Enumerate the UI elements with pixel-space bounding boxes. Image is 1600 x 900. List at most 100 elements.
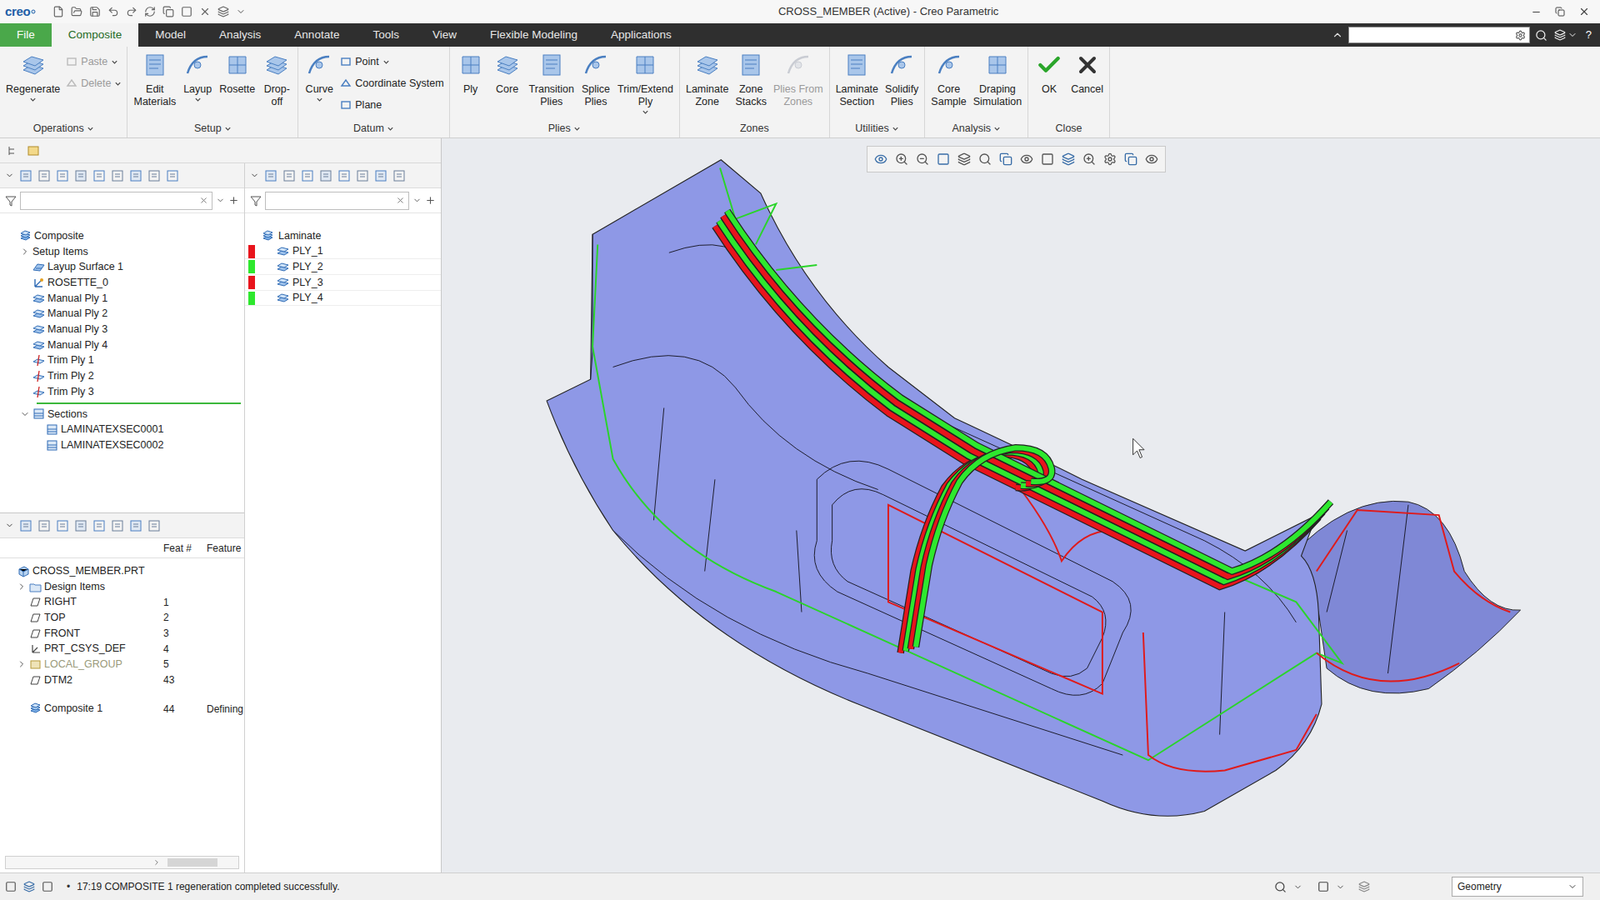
- view-tool-icon[interactable]: [1061, 152, 1075, 166]
- ribbon-button[interactable]: EditMaterials: [130, 51, 179, 109]
- ribbon-group-label[interactable]: Analysis: [928, 119, 1025, 138]
- ribbon-group-label[interactable]: Plies: [453, 119, 676, 138]
- ribbon-button[interactable]: Trim/ExtendPly: [615, 51, 676, 116]
- view-tool-icon[interactable]: [957, 152, 971, 166]
- collapse-icon[interactable]: [16, 659, 27, 670]
- minimize-ribbon-icon[interactable]: [1331, 29, 1344, 41]
- toolbar-button-icon[interactable]: [92, 169, 106, 183]
- quick-access-icon[interactable]: [217, 5, 230, 18]
- quick-access-icon[interactable]: [180, 5, 193, 18]
- toolbar-button-icon[interactable]: [147, 519, 161, 533]
- quick-access-icon[interactable]: [162, 5, 175, 18]
- search-icon[interactable]: [1535, 29, 1548, 42]
- tree-item[interactable]: Manual Ply 1: [3, 290, 241, 307]
- ply-row[interactable]: PLY_2: [245, 259, 441, 275]
- ribbon-button[interactable]: SolidifyPlies: [882, 51, 921, 109]
- toolbar-button-icon[interactable]: [37, 169, 51, 183]
- view-tool-icon[interactable]: [1145, 152, 1159, 166]
- toolbar-button-icon[interactable]: [319, 169, 333, 183]
- toolbar-button-icon[interactable]: [264, 169, 278, 183]
- tree-item[interactable]: Setup Items: [3, 244, 241, 260]
- toolbar-button-icon[interactable]: [37, 519, 51, 533]
- ribbon-group-label[interactable]: Setup: [130, 119, 295, 138]
- clear-icon[interactable]: [199, 195, 209, 205]
- collapse-icon[interactable]: [16, 581, 27, 592]
- ribbon-tab[interactable]: Applications: [594, 23, 689, 47]
- toolbar-button-icon[interactable]: [55, 519, 70, 533]
- toolbar-button-icon[interactable]: [19, 519, 33, 533]
- find-menu-icon[interactable]: [1293, 882, 1303, 892]
- ribbon-button[interactable]: LaminateSection: [833, 51, 881, 109]
- toolbar-button-icon[interactable]: [374, 169, 388, 183]
- ribbon-tab[interactable]: Analysis: [202, 23, 278, 47]
- select-box-icon[interactable]: [1317, 880, 1330, 893]
- view-tool-icon[interactable]: [895, 152, 909, 166]
- tree-item[interactable]: Trim Ply 2: [3, 368, 241, 385]
- add-icon[interactable]: [425, 195, 436, 206]
- search-field[interactable]: [1348, 26, 1530, 44]
- ribbon-button[interactable]: DrapingSimulation: [970, 51, 1025, 109]
- add-icon[interactable]: [228, 195, 240, 206]
- collapse-icon[interactable]: [20, 246, 30, 257]
- filter-field[interactable]: [265, 191, 410, 210]
- quick-access-icon[interactable]: [199, 5, 211, 18]
- tree-item[interactable]: Manual Ply 3: [3, 321, 241, 338]
- ply-row[interactable]: PLY_1: [245, 244, 441, 260]
- model-viewport[interactable]: [441, 138, 1600, 873]
- ribbon-button[interactable]: Drop-off: [259, 51, 295, 109]
- dropdown-icon[interactable]: [1567, 881, 1578, 892]
- quick-access-icon[interactable]: [144, 5, 156, 18]
- status-icon[interactable]: [41, 880, 54, 893]
- toolbar-button-icon[interactable]: [74, 169, 88, 183]
- ribbon-button[interactable]: Rosette: [216, 51, 258, 96]
- toolbar-button-icon[interactable]: [55, 169, 70, 183]
- toolbar-button-icon[interactable]: [282, 169, 296, 183]
- ribbon-group-label[interactable]: Zones: [683, 119, 826, 138]
- view-tool-icon[interactable]: [874, 152, 888, 166]
- view-tool-icon[interactable]: [999, 152, 1013, 166]
- ribbon-button[interactable]: LaminateZone: [683, 51, 731, 109]
- layer-tree-tab-icon[interactable]: [26, 144, 40, 158]
- ribbon-button[interactable]: Regenerate: [3, 51, 63, 104]
- feature-row[interactable]: FRONT3: [0, 625, 245, 642]
- toolbar-button-icon[interactable]: [110, 169, 125, 183]
- expand-icon[interactable]: [20, 409, 30, 420]
- tree-item[interactable]: LAMINATEXSEC0002: [3, 437, 241, 454]
- dropdown-icon[interactable]: [5, 520, 15, 530]
- ribbon-button[interactable]: Ply: [453, 51, 489, 96]
- toolbar-button-icon[interactable]: [19, 169, 33, 183]
- ribbon-button[interactable]: Core: [490, 51, 525, 96]
- tree-item[interactable]: Trim Ply 3: [3, 384, 241, 400]
- tree-item[interactable]: ROSETTE_0: [3, 275, 241, 291]
- view-tool-icon[interactable]: [1040, 152, 1055, 166]
- toolbar-button-icon[interactable]: [337, 169, 351, 183]
- tree-item[interactable]: Manual Ply 4: [3, 337, 241, 354]
- close-icon[interactable]: [1578, 5, 1590, 18]
- quick-access-icon[interactable]: [52, 5, 65, 18]
- ribbon-button[interactable]: OK: [1031, 51, 1067, 96]
- ribbon-tab[interactable]: View: [415, 23, 474, 47]
- ribbon-button[interactable]: SplicePlies: [578, 51, 614, 109]
- ribbon-tab[interactable]: Annotate: [277, 23, 356, 47]
- feature-row[interactable]: Composite 144Defining: [0, 701, 245, 718]
- ribbon-button[interactable]: TransitionPlies: [526, 51, 577, 109]
- view-tool-icon[interactable]: [978, 152, 992, 166]
- selection-filter[interactable]: Geometry: [1451, 876, 1584, 897]
- gear-icon[interactable]: [1515, 30, 1526, 41]
- ribbon-tab[interactable]: Model: [138, 23, 203, 47]
- toolbar-button-icon[interactable]: [300, 169, 315, 183]
- filter-field[interactable]: [20, 191, 213, 210]
- feature-row[interactable]: RIGHT1: [0, 594, 245, 610]
- feature-row[interactable]: Design Items: [0, 579, 245, 595]
- scroll-thumb[interactable]: [167, 858, 218, 867]
- filter-input[interactable]: [24, 193, 200, 209]
- graphics-area[interactable]: [441, 138, 1600, 873]
- ribbon-tab[interactable]: Flexible Modeling: [473, 23, 595, 47]
- feature-row[interactable]: TOP2: [0, 610, 245, 626]
- view-tool-icon[interactable]: [915, 152, 930, 166]
- ply-row[interactable]: PLY_3: [245, 275, 441, 291]
- clear-icon[interactable]: [395, 195, 405, 205]
- quick-access-icon[interactable]: [125, 5, 138, 18]
- horizontal-scrollbar[interactable]: [5, 855, 240, 870]
- feature-row[interactable]: PRT_CSYS_DEF4: [0, 640, 245, 657]
